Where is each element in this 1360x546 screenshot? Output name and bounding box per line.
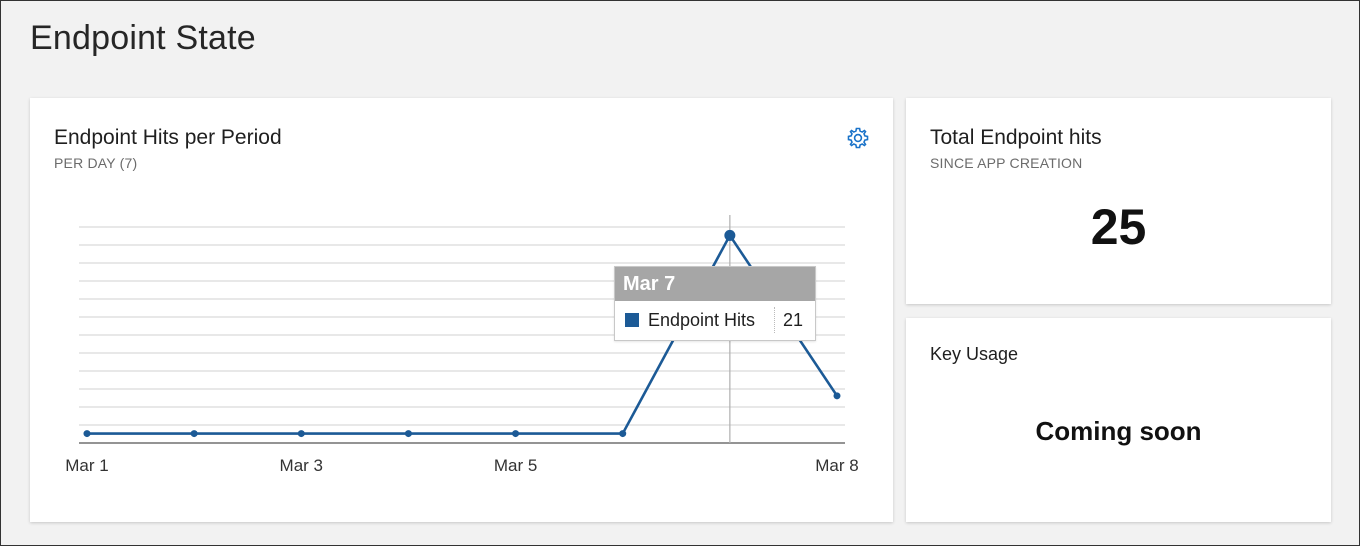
x-tick-label: Mar 8	[815, 456, 858, 475]
data-point-mar-7	[724, 229, 736, 241]
key-usage-card: Key Usage Coming soon	[906, 318, 1331, 522]
endpoint-hits-card: Endpoint Hits per Period PER DAY (7) Mar…	[30, 98, 893, 522]
data-point-mar-3	[297, 430, 305, 438]
data-point-mar-6	[619, 430, 627, 438]
total-hits-subtitle: SINCE APP CREATION	[930, 155, 1083, 171]
data-point-mar-2	[190, 430, 198, 438]
x-tick-label: Mar 1	[65, 456, 108, 475]
x-tick-label: Mar 3	[280, 456, 323, 475]
series-swatch	[625, 313, 639, 327]
tooltip-separator	[774, 307, 775, 333]
x-tick-label: Mar 5	[494, 456, 537, 475]
total-hits-value: 25	[1090, 199, 1147, 255]
total-hits-title: Total Endpoint hits	[930, 126, 1102, 149]
tooltip-date: Mar 7	[615, 267, 815, 301]
total-hits-card: Total Endpoint hits SINCE APP CREATION 2…	[906, 98, 1331, 304]
key-usage-status: Coming soon	[1035, 416, 1202, 446]
tooltip-value: 21	[783, 310, 804, 330]
dashboard-frame: Endpoint State Endpoint Hits per Period …	[0, 0, 1360, 546]
key-usage-title: Key Usage	[930, 344, 1019, 364]
tooltip-series-name: Endpoint Hits	[648, 310, 756, 330]
data-point-mar-8	[833, 392, 841, 400]
tooltip-row: Endpoint Hits 21	[615, 301, 815, 339]
data-point-mar-5	[512, 430, 520, 438]
page-title: Endpoint State	[30, 19, 256, 57]
chart-tooltip: Mar 7 Endpoint Hits 21	[614, 266, 816, 341]
data-point-mar-1	[83, 430, 91, 438]
data-point-mar-4	[404, 430, 412, 438]
